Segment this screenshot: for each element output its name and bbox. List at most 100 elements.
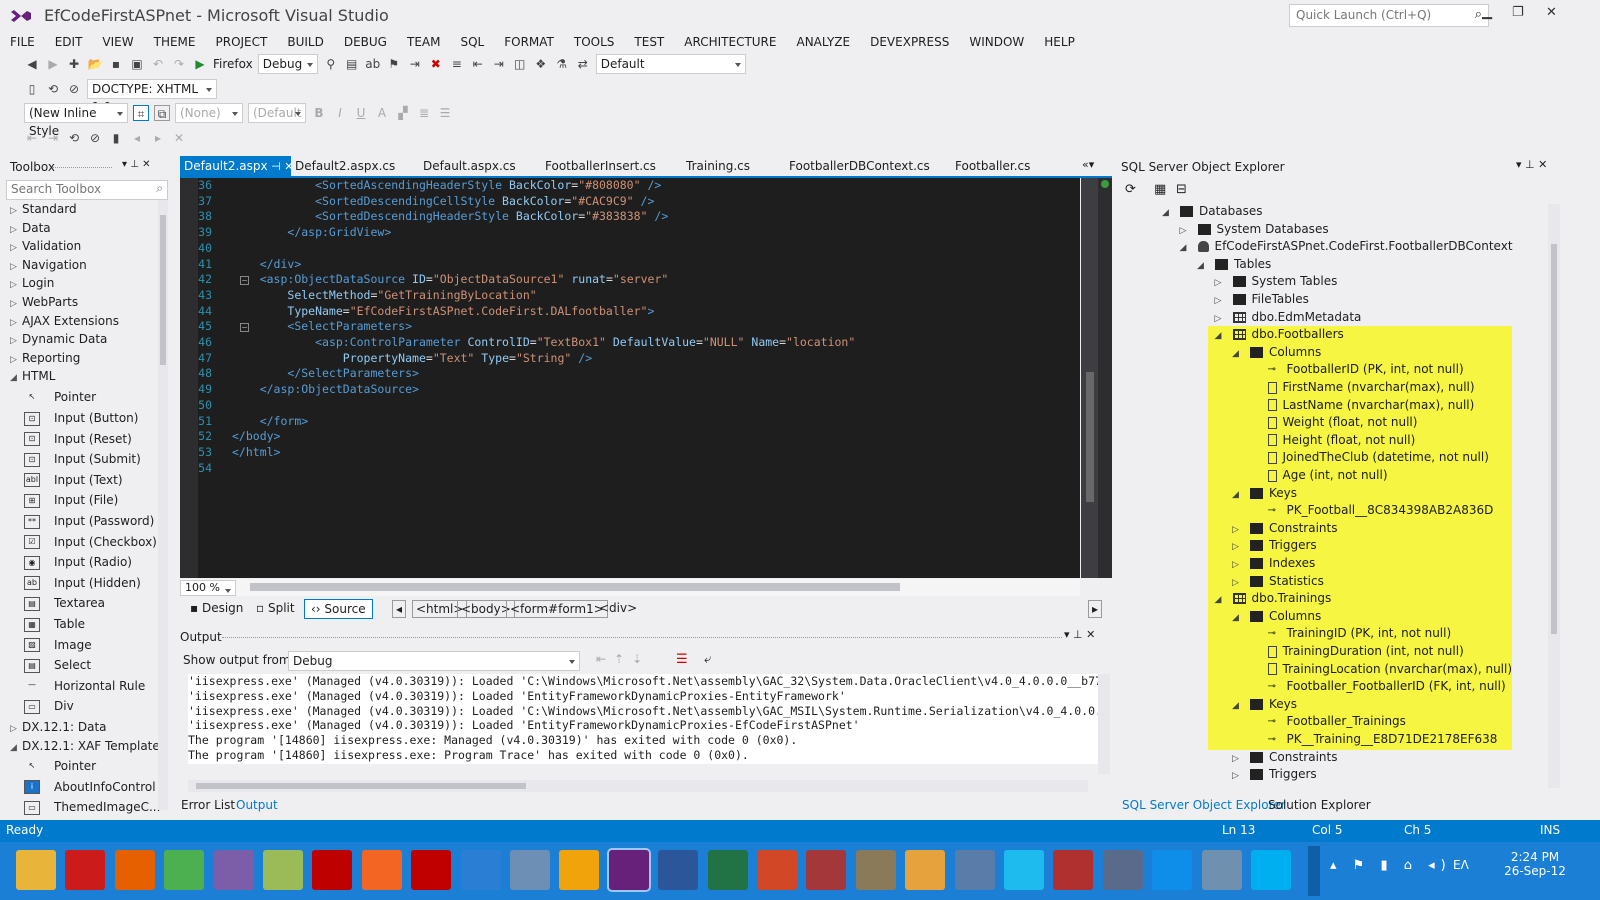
tree-node[interactable]: TrainingDuration (int, not null) xyxy=(1250,642,1464,660)
clear-all-icon[interactable]: ☰ xyxy=(676,652,688,667)
editor-scroll-thumb[interactable] xyxy=(1086,372,1094,502)
split-view-button[interactable]: ▫ Split xyxy=(250,599,301,619)
zoom-select[interactable]: 100 % xyxy=(180,580,236,596)
undo-icon[interactable]: ↶ xyxy=(150,56,166,72)
menu-devexpress[interactable]: DEVEXPRESS xyxy=(860,32,959,54)
horizontal-scroll-thumb[interactable] xyxy=(250,583,900,591)
bookmark-icon[interactable]: ⚑ xyxy=(386,56,402,72)
tab-footballerdbcontext-cs[interactable]: FootballerDBContext.cs xyxy=(785,156,934,178)
underline-button[interactable]: U xyxy=(353,105,369,121)
tree-toggle-icon[interactable]: ◢ xyxy=(1162,204,1180,222)
toolbox-search-input[interactable]: Search Toolbox ⌕ xyxy=(6,180,168,200)
configuration-select[interactable]: Debug xyxy=(257,54,318,74)
palette-icon[interactable] xyxy=(905,850,946,890)
navigate-icon[interactable]: ⇥ xyxy=(407,56,423,72)
tree-toggle-icon[interactable]: ◢ xyxy=(1180,239,1198,257)
clock[interactable]: 2:24 PM 26-Sep-12 xyxy=(1500,850,1570,878)
toolbox-group[interactable]: ▷ WebParts xyxy=(10,293,78,313)
toolbox-group[interactable]: ▷ Reporting xyxy=(10,349,80,369)
prev-bookmark-icon[interactable]: ◂ xyxy=(129,130,145,146)
browser-button[interactable]: Firefox xyxy=(213,57,253,71)
next-bookmark-icon[interactable]: ▸ xyxy=(150,130,166,146)
output-tab[interactable]: Output xyxy=(236,798,278,812)
visual-studio-icon[interactable] xyxy=(606,848,651,892)
indent-disabled-icon[interactable]: ⇤ xyxy=(24,130,40,146)
toolbox-group-html[interactable]: ◢ HTML xyxy=(10,367,55,387)
toolbox-scroll-thumb[interactable] xyxy=(160,215,166,365)
stop-icon[interactable]: ⊘ xyxy=(66,81,82,97)
outdent-disabled-icon[interactable]: ⇥ xyxy=(45,130,61,146)
add-server-icon[interactable]: ▦ xyxy=(1154,182,1166,197)
installer-icon[interactable] xyxy=(1102,850,1143,890)
close-button[interactable]: ✕ xyxy=(1546,5,1557,20)
toolbox-item[interactable]: ▤ Select xyxy=(24,655,91,675)
toolbox-group[interactable]: ▷ Data xyxy=(10,219,51,239)
toolbox-item[interactable]: i AboutInfoControl xyxy=(24,777,156,797)
tree-node[interactable]: LastName (nvarchar(max), null) xyxy=(1250,396,1474,414)
style-select[interactable]: (New Inline Style xyxy=(24,103,128,138)
align-icon[interactable]: ≣ xyxy=(416,105,432,121)
back-icon[interactable]: ◀ xyxy=(24,56,40,72)
error-list-tab[interactable]: Error List xyxy=(181,798,235,812)
toolbox-group[interactable]: ▷ Standard xyxy=(10,200,77,220)
bookmark-toggle-icon[interactable]: ▮ xyxy=(108,130,124,146)
tree-toggle-icon[interactable]: ◢ xyxy=(1215,327,1233,345)
comment-icon[interactable]: ▤ xyxy=(344,56,360,72)
toolbox-group-dx-data[interactable]: ▷ DX.12.1: Data xyxy=(10,718,107,738)
toolbox-group[interactable]: ▷ Dynamic Data xyxy=(10,330,107,350)
cube-icon[interactable] xyxy=(1053,850,1094,890)
sql-window-controls-icon[interactable]: ▾ ⊥ ✕ xyxy=(1516,158,1547,171)
output-horizontal-scrollbar[interactable] xyxy=(188,780,1088,792)
tree-toggle-icon[interactable]: ◢ xyxy=(1232,486,1250,504)
solution-explorer-tab[interactable]: Solution Explorer xyxy=(1268,798,1371,812)
output-source-select[interactable]: Debug xyxy=(288,651,580,671)
outdent-icon[interactable]: ⇥ xyxy=(491,56,507,72)
highlight-icon[interactable]: ▞ xyxy=(395,105,411,121)
tab-overflow-icon[interactable]: «▾ xyxy=(1082,158,1094,171)
tree-node[interactable]: ⊸ Footballer_Trainings xyxy=(1250,712,1406,730)
list-icon[interactable]: ☰ xyxy=(437,105,453,121)
redo-icon[interactable]: ↷ xyxy=(171,56,187,72)
tree-node[interactable]: ⊸ Footballer_FootballerID (FK, int, null) xyxy=(1250,677,1506,695)
toolbox-group[interactable]: ▷ Login xyxy=(10,274,54,294)
collapse-all-icon[interactable]: ⊟ xyxy=(1176,182,1187,197)
chrome-icon[interactable] xyxy=(164,850,205,890)
breadcrumb-forward[interactable]: ▸ xyxy=(1088,600,1103,618)
output-window-controls-icon[interactable]: ▾ ⊥ ✕ xyxy=(1064,628,1095,641)
uncomment-icon[interactable]: ⊘ xyxy=(87,130,103,146)
opera-icon[interactable] xyxy=(65,850,106,890)
acrobat-icon[interactable] xyxy=(411,850,452,890)
toolbox-item[interactable]: ↖ Pointer xyxy=(24,756,96,776)
toolbox-item[interactable]: ab Input (Hidden) xyxy=(24,573,141,593)
sync-icon[interactable]: ⇄ xyxy=(575,56,591,72)
tree-node[interactable]: ⊸ TrainingID (PK, int, not null) xyxy=(1250,624,1452,642)
format-icon[interactable]: ≡ xyxy=(449,56,465,72)
collapse-icon[interactable]: − xyxy=(240,276,249,285)
tree-node[interactable]: FirstName (nvarchar(max), null) xyxy=(1250,378,1475,396)
doctype-select[interactable]: DOCTYPE: XHTML 1.0 xyxy=(87,79,217,114)
toolbox-item[interactable]: ▭ Div xyxy=(24,696,74,716)
library-icon[interactable] xyxy=(855,850,896,890)
tree-toggle-icon[interactable]: ◢ xyxy=(1215,591,1233,609)
toolbox-item[interactable]: ▭ ThemedImageC... xyxy=(24,797,160,817)
save-all-icon[interactable]: ▣ xyxy=(129,56,145,72)
tree-node[interactable]: ⊸ PK_Football__8C834398AB2A836D xyxy=(1250,501,1494,519)
tab-footballerinsert-cs[interactable]: FootballerInsert.cs xyxy=(541,156,660,178)
toolbox-item[interactable]: ▤ Textarea xyxy=(24,593,105,613)
powerpoint-icon[interactable] xyxy=(757,850,797,890)
target-rule-icon[interactable]: ⧉ xyxy=(154,105,170,121)
tree-node[interactable]: ▷ Triggers xyxy=(1232,765,1317,785)
refresh-icon[interactable]: ⟳ xyxy=(1125,182,1136,197)
dropbox-icon[interactable] xyxy=(460,850,501,890)
flask-icon[interactable]: ⚗ xyxy=(554,56,570,72)
tree-node[interactable]: TrainingLocation (nvarchar(max), null) xyxy=(1250,660,1512,678)
minimize-button[interactable]: ▁ xyxy=(1482,5,1492,20)
toolbox-item[interactable]: ☑ Input (Checkbox) xyxy=(24,532,157,552)
open-icon[interactable]: 📂 xyxy=(87,56,103,72)
spell-check-icon[interactable]: ab xyxy=(365,56,381,72)
restore-button[interactable]: ❐ xyxy=(1512,5,1524,20)
new-project-icon[interactable]: ✚ xyxy=(66,56,82,72)
font-color-icon[interactable]: A xyxy=(374,105,390,121)
output-vertical-scrollbar[interactable] xyxy=(1098,674,1110,774)
toolbox-group[interactable]: ▷ Validation xyxy=(10,237,81,257)
